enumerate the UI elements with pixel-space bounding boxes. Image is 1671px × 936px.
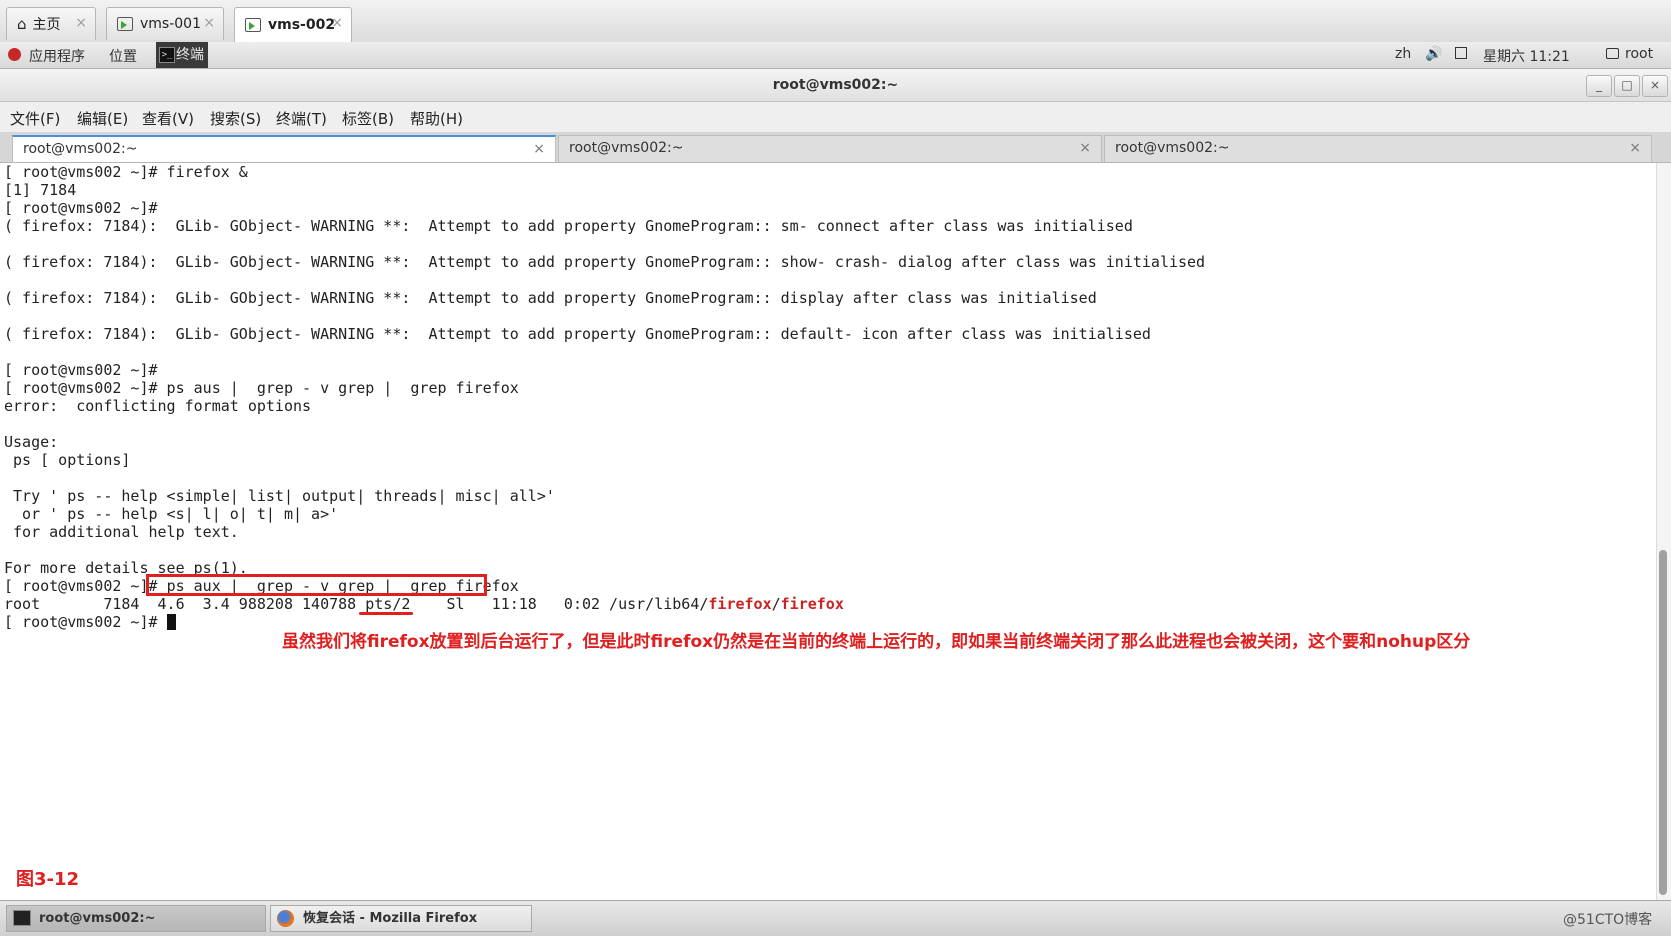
figure-label: 图3-12 [16,869,80,890]
places-menu[interactable]: 位置 [109,46,137,66]
window-title-bar[interactable]: root@vms002:~ _ □ × [0,69,1671,102]
vm-tab-vms-001[interactable]: vms-001 × [106,7,224,40]
menu-tabs[interactable]: 标签(B) [342,108,394,129]
ps-row-separator: / [771,595,781,613]
prompt: [ root@vms002 ~]# [4,577,167,595]
terminal-line: [ root@vms002 ~]# ps aus | grep - v grep… [4,379,519,397]
taskbar-item-firefox[interactable]: 恢复会话 - Mozilla Firefox [270,905,532,932]
command-highlight-box [146,574,487,596]
annotation-note: 虽然我们将firefox放置到后台运行了，但是此时firefox仍然是在当前的终… [282,632,1471,652]
menu-bar: 文件(F) 编辑(E) 查看(V) 搜索(S) 终端(T) 标签(B) 帮助(H… [0,102,1671,132]
terminal-line: ( firefox: 7184): GLib- GObject- WARNING… [4,325,1151,343]
menu-help[interactable]: 帮助(H) [410,108,463,129]
terminal-launcher-label: 终端 [176,47,204,63]
watermark: @51CTO博客 [1563,912,1653,928]
prompt: [ root@vms002 ~]# [4,613,167,631]
taskbar-item-terminal[interactable]: root@vms002:~ [6,905,266,932]
terminal-output[interactable]: [ root@vms002 ~]# firefox & [1] 7184 [ r… [0,163,1656,901]
user-icon [1606,48,1619,59]
terminal-icon [13,910,31,926]
clock[interactable]: 星期六 11:21 [1483,46,1570,66]
terminal-line: ( firefox: 7184): GLib- GObject- WARNING… [4,253,1206,271]
close-icon[interactable]: × [1079,136,1091,161]
close-icon[interactable]: × [1629,136,1641,161]
terminal-line: Usage: [4,433,59,451]
terminal-line: error: conflicting format options [4,397,312,415]
terminal-tab-bar: root@vms002:~ × root@vms002:~ × root@vms… [0,132,1671,163]
maximize-button[interactable]: □ [1614,75,1640,97]
taskbar-item-label: root@vms002:~ [39,911,156,926]
terminal-tab-label: root@vms002:~ [1115,140,1230,156]
terminal-line: Try ' ps -- help <simple| list| output| … [4,487,555,505]
terminal-prompt-line[interactable]: [ root@vms002 ~]# [4,613,176,631]
menu-terminal[interactable]: 终端(T) [276,108,327,129]
terminal-tab-3[interactable]: root@vms002:~ × [1104,135,1652,162]
firefox-icon [277,910,294,927]
redhat-logo-icon [8,48,21,61]
vm-icon [117,17,133,31]
home-icon: ⌂ [17,15,27,33]
terminal-line: [ root@vms002 ~]# [4,199,158,217]
network-icon[interactable] [1455,47,1467,59]
vm-icon [245,18,261,32]
menu-edit[interactable]: 编辑(E) [77,108,128,129]
terminal-line: [ root@vms002 ~]# [4,361,158,379]
close-button[interactable]: × [1642,75,1668,97]
gnome-top-panel: 应用程序 位置 >_ 终端 zh 🔊 星期六 11:21 root [0,42,1671,69]
vm-tab-label: vms-002 [268,17,336,33]
ps-row-text: root 7184 4.6 3.4 988208 140788 pts/2 Sl… [4,595,709,613]
terminal-icon: >_ [159,47,175,63]
vm-tab-label: 主页 [32,17,61,33]
input-language[interactable]: zh [1395,46,1411,62]
vm-tab-vms-002[interactable]: vms-002 × [234,7,352,42]
terminal-tab-1[interactable]: root@vms002:~ × [12,135,556,162]
menu-search[interactable]: 搜索(S) [210,108,261,129]
ps-row-highlight: firefox [708,595,772,613]
terminal-line: [ root@vms002 ~]# firefox & [4,163,248,181]
menu-file[interactable]: 文件(F) [10,108,60,129]
terminal-line: or ' ps -- help <s| l| o| t| m| a>' [4,505,339,523]
volume-icon[interactable]: 🔊 [1425,46,1442,62]
text-cursor [166,614,176,630]
ps-output-row: root 7184 4.6 3.4 988208 140788 pts/2 Sl… [4,595,844,613]
taskbar-item-label: 恢复会话 - Mozilla Firefox [303,911,478,926]
close-icon[interactable]: × [75,15,87,31]
minimize-button[interactable]: _ [1586,75,1612,97]
vm-tab-label: vms-001 [140,16,201,32]
terminal-launcher[interactable]: >_ 终端 [156,42,208,68]
close-icon[interactable]: × [533,137,545,162]
terminal-line: ps [ options] [4,451,131,469]
menu-view[interactable]: 查看(V) [142,108,194,129]
terminal-line: ( firefox: 7184): GLib- GObject- WARNING… [4,217,1133,235]
vm-tab-bar: ⌂ 主页 × vms-001 × vms-002 × [0,0,1671,43]
bottom-taskbar: root@vms002:~ 恢复会话 - Mozilla Firefox @51… [0,900,1671,936]
scrollbar-thumb[interactable] [1659,550,1667,895]
close-icon[interactable]: × [331,15,343,31]
tty-underline-mark [359,612,413,615]
terminal-tab-2[interactable]: root@vms002:~ × [558,135,1102,162]
close-icon[interactable]: × [203,15,215,31]
terminal-line: for additional help text. [4,523,239,541]
window-title: root@vms002:~ [772,77,899,93]
terminal-tab-label: root@vms002:~ [569,140,684,156]
user-menu[interactable]: root [1625,46,1653,62]
vm-tab-home[interactable]: ⌂ 主页 × [6,7,96,40]
ps-row-highlight: firefox [780,595,844,613]
terminal-tab-label: root@vms002:~ [23,141,138,157]
terminal-line: [1] 7184 [4,181,77,199]
applications-menu[interactable]: 应用程序 [29,46,85,66]
terminal-line: ( firefox: 7184): GLib- GObject- WARNING… [4,289,1097,307]
